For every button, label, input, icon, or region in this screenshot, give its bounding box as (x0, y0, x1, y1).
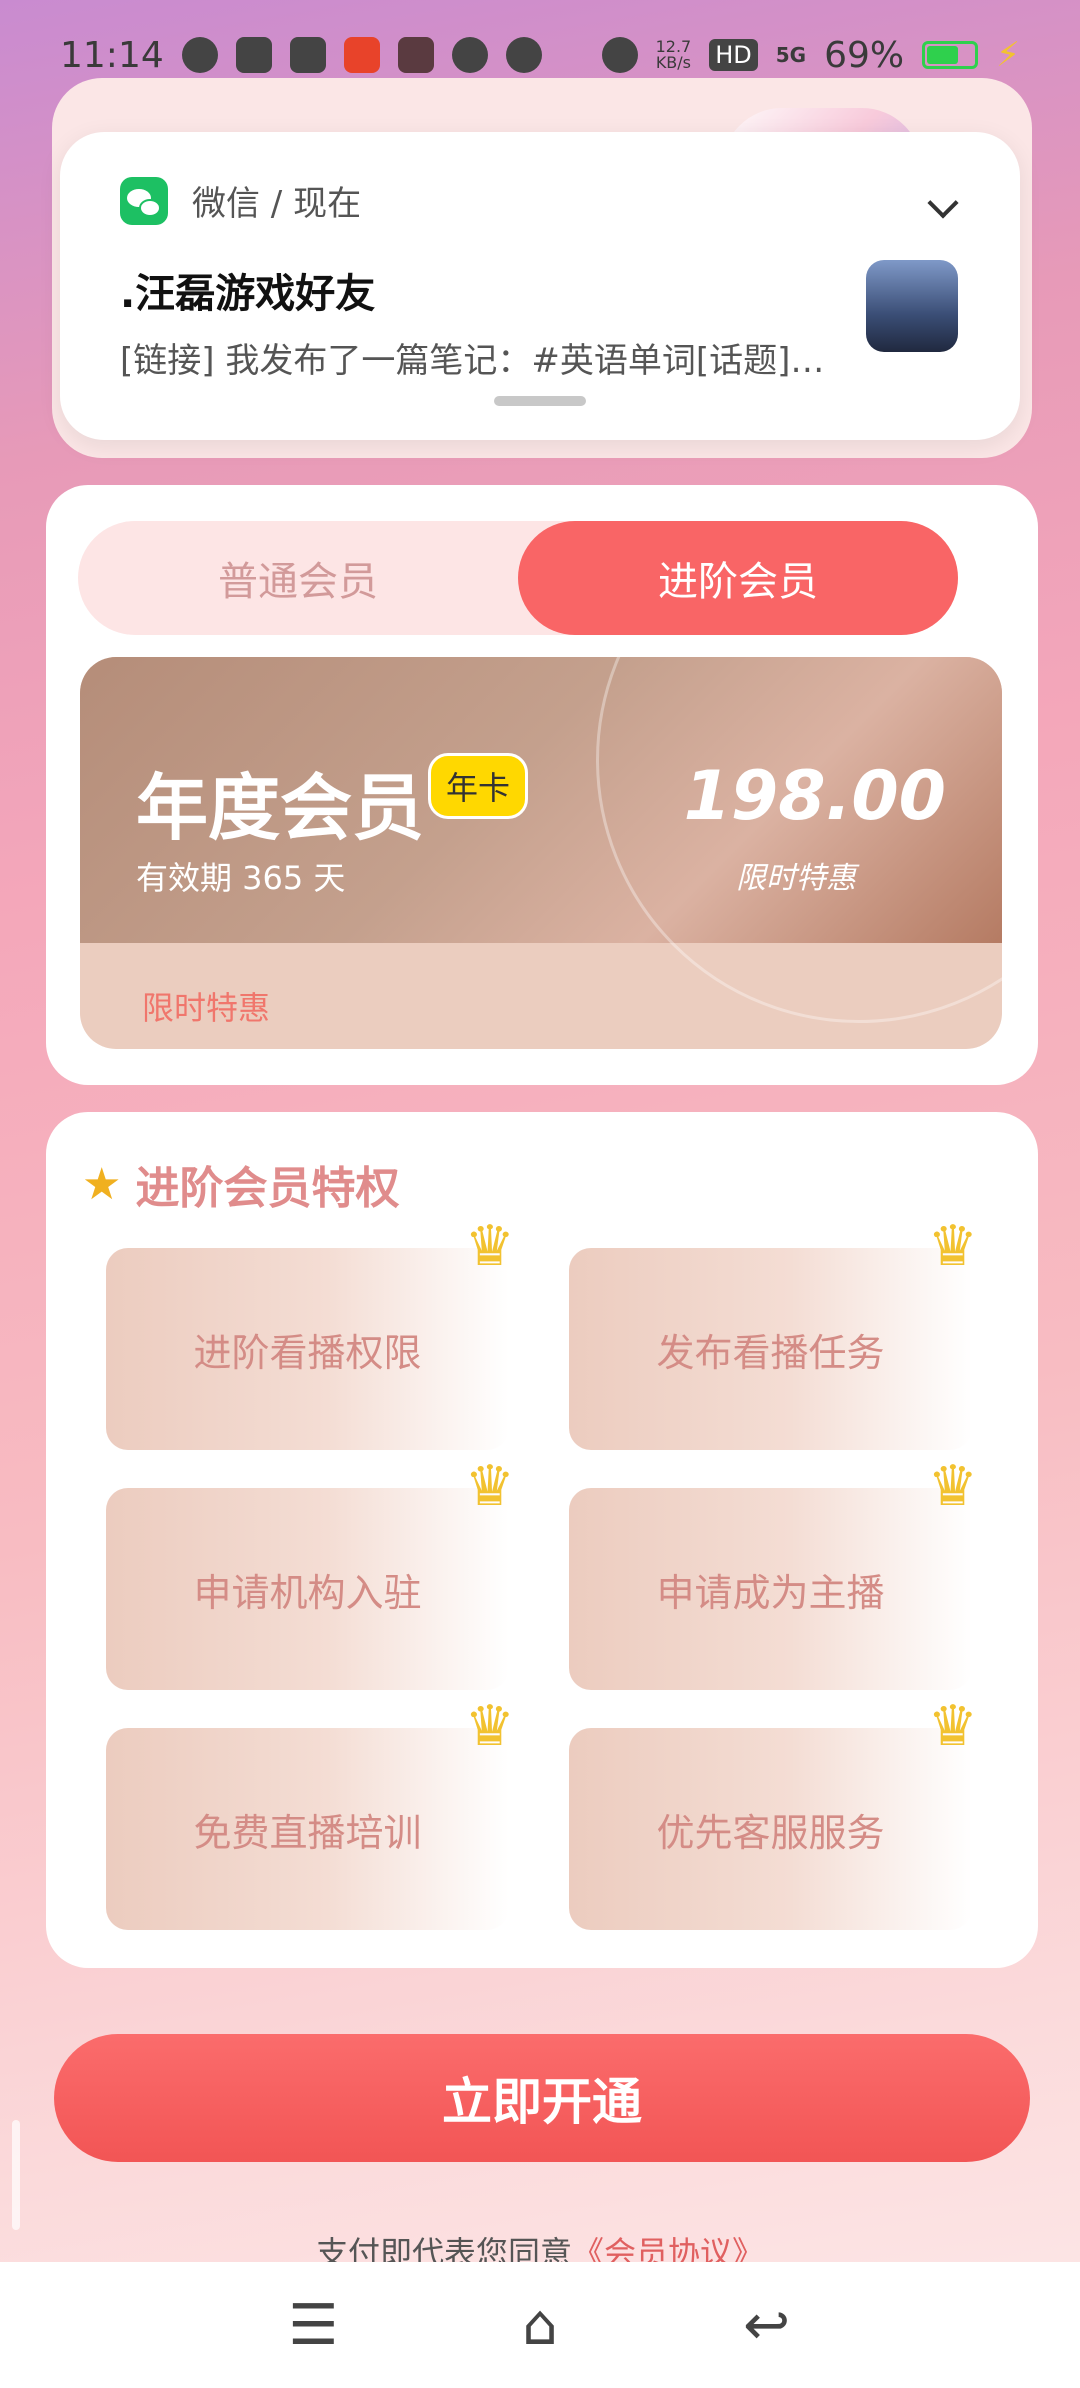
home-icon[interactable]: ⌂ (500, 2293, 580, 2358)
privilege-item: ♛ 申请成为主播 (569, 1454, 978, 1690)
square-status-icon (397, 37, 434, 73)
plan-price: 198.00 (683, 757, 946, 836)
search-status-icon (505, 37, 542, 73)
plan-badge: 年卡 (428, 753, 528, 819)
bird-status-icon (451, 37, 488, 73)
privileges-header: ★ 进阶会员特权 (82, 1152, 399, 1216)
network-speed-unit: KB/s (655, 53, 692, 72)
back-icon[interactable]: ↩ (727, 2293, 807, 2358)
plan-validity: 有效期 365 天 (136, 859, 346, 897)
signal-icon: 5G (775, 43, 807, 67)
privilege-label: 免费直播培训 (193, 1810, 422, 1855)
privilege-item: ♛ 申请机构入驻 (106, 1454, 515, 1690)
status-bar-left: 11:14 (60, 35, 542, 76)
star-icon: ★ (82, 1158, 122, 1210)
membership-tabs: 普通会员 进阶会员 (78, 521, 958, 635)
notification-body: [链接] 我发布了一篇笔记：#英语单词[话题]… (120, 341, 825, 381)
plan-card: 普通会员 进阶会员 年度会员 年卡 有效期 365 天 198.00 限时特惠 … (46, 485, 1038, 1085)
taobao-status-icon (343, 37, 380, 73)
annual-plan-option[interactable]: 年度会员 年卡 有效期 365 天 198.00 限时特惠 限时特惠 (80, 657, 1002, 1049)
privilege-item: ♛ 进阶看播权限 (106, 1214, 515, 1450)
crown-icon: ♛ (464, 1694, 515, 1759)
tab-advanced-member[interactable]: 进阶会员 (518, 521, 958, 635)
battery-icon (922, 41, 979, 69)
privilege-label: 进阶看播权限 (193, 1330, 422, 1375)
privilege-item: ♛ 发布看播任务 (569, 1214, 978, 1450)
notification-header: 微信 / 现在 (120, 176, 960, 225)
wechat-status-icon (181, 37, 218, 73)
notification-drag-handle[interactable] (494, 396, 586, 406)
privilege-item: ♛ 免费直播培训 (106, 1694, 515, 1930)
side-edge-handle[interactable] (12, 2120, 20, 2230)
wechat-icon (120, 176, 168, 225)
battery-percent: 69% (824, 34, 905, 76)
crown-icon: ♛ (464, 1214, 515, 1279)
activate-now-button[interactable]: 立即开通 (54, 2034, 1030, 2162)
hd-icon: HD (709, 39, 758, 71)
notification-thumbnail (866, 260, 958, 352)
plan-price-note: 限时特惠 (736, 861, 856, 896)
crown-icon: ♛ (464, 1454, 515, 1519)
crown-icon: ♛ (927, 1214, 978, 1279)
notification-title: .汪磊游戏好友 (120, 271, 376, 317)
menu-icon[interactable]: ☰ (273, 2293, 353, 2358)
privileges-card: ★ 进阶会员特权 ♛ 进阶看播权限 ♛ 发布看播任务 ♛ 申请机构入驻 ♛ 申请成为主播… (46, 1112, 1038, 1968)
charging-icon: ⚡ (996, 35, 1020, 75)
privileges-grid: ♛ 进阶看播权限 ♛ 发布看播任务 ♛ 申请机构入驻 ♛ 申请成为主播 ♛ 免费直播培训 … (106, 1214, 986, 1930)
notification-app-name: 微信 / 现在 (192, 184, 362, 224)
crown-icon: ♛ (927, 1694, 978, 1759)
plan-title: 年度会员 (136, 766, 425, 850)
clock: 11:14 (60, 34, 164, 76)
system-nav-bar: ☰ ⌂ ↩ (0, 2262, 1080, 2388)
tab-normal-member[interactable]: 普通会员 (78, 521, 518, 635)
privilege-label: 申请成为主播 (656, 1570, 885, 1615)
status-bar-right: 12.7 KB/s HD 5G 69% ⚡ (601, 34, 1020, 76)
tiktok-status-icon (235, 37, 272, 73)
crown-icon: ♛ (927, 1454, 978, 1519)
privilege-label: 优先客服服务 (656, 1810, 885, 1855)
privilege-item: ♛ 优先客服服务 (569, 1694, 978, 1930)
alarm-icon (601, 37, 638, 73)
wechat-notification[interactable]: 微信 / 现在 .汪磊游戏好友 [链接] 我发布了一篇笔记：#英语单词[话题]… (60, 132, 1020, 440)
privilege-label: 发布看播任务 (656, 1330, 885, 1375)
privilege-label: 申请机构入驻 (193, 1570, 422, 1615)
privileges-title: 进阶会员特权 (135, 1163, 400, 1214)
annual-plan-top: 年度会员 年卡 有效期 365 天 198.00 限时特惠 (80, 657, 1002, 1023)
app-status-icon (289, 37, 326, 73)
battery-fill (927, 46, 958, 64)
network-speed: 12.7 KB/s (656, 39, 692, 71)
